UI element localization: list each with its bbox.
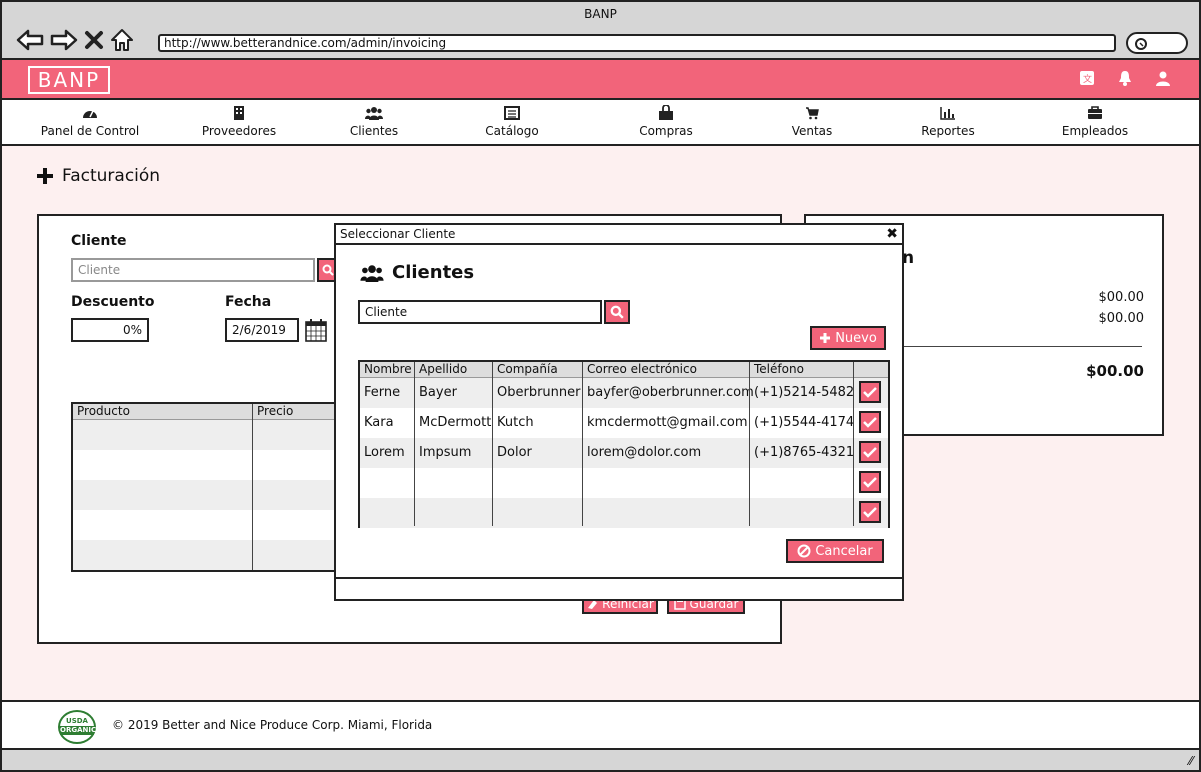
plus-icon: [37, 168, 53, 184]
checkmark-icon: [863, 477, 877, 488]
checkmark-icon: [863, 387, 877, 398]
products-table: Producto Precio: [71, 402, 346, 572]
page-footer: USDA ORGANIC © 2019 Better and Nice Prod…: [2, 700, 1199, 748]
select-client-dialog: Seleccionar Cliente ✖ Clientes Cliente N…: [334, 223, 904, 601]
client-input[interactable]: Cliente: [71, 258, 315, 282]
users-icon: [360, 264, 384, 282]
summary-divider: [902, 346, 1142, 347]
search-icon: [610, 305, 624, 319]
shopping-bag-icon: [659, 105, 673, 120]
client-search-input[interactable]: Cliente: [358, 300, 602, 324]
table-row[interactable]: [360, 498, 888, 528]
page-title: Facturación: [36, 166, 160, 186]
column-header-apellido: Apellido: [419, 362, 468, 376]
bar-chart-icon: [940, 107, 955, 120]
nav-item-ventas[interactable]: Ventas: [742, 104, 882, 138]
select-client-button[interactable]: [859, 471, 881, 493]
select-client-button[interactable]: [859, 381, 881, 403]
select-client-button[interactable]: [859, 411, 881, 433]
clients-table-header: Nombre Apellido Compañía Correo electrón…: [360, 362, 888, 378]
table-row[interactable]: Kara McDermott Kutch kmcdermott@gmail.co…: [360, 408, 888, 438]
close-icon[interactable]: ✖: [886, 225, 898, 243]
total-value: $00.00: [1086, 362, 1144, 380]
select-client-button[interactable]: [859, 441, 881, 463]
ban-icon: [797, 544, 811, 558]
app-header: BANP 文: [2, 58, 1199, 100]
building-icon: [234, 106, 244, 120]
back-arrow-icon[interactable]: [16, 28, 44, 52]
url-input[interactable]: http://www.betterandnice.com/admin/invoi…: [158, 34, 1116, 52]
nav-item-empleados[interactable]: Empleados: [1025, 104, 1165, 138]
usda-organic-logo: USDA ORGANIC: [58, 710, 96, 744]
header-actions: 文: [1079, 70, 1171, 90]
calendar-icon[interactable]: [305, 318, 327, 346]
date-label: Fecha: [225, 294, 272, 310]
nav-item-clientes[interactable]: Clientes: [304, 104, 444, 138]
table-row[interactable]: [73, 540, 344, 570]
browser-window: BANP http://www.betterandnice.com/admin/…: [0, 0, 1201, 772]
checkmark-icon: [863, 507, 877, 518]
users-icon: [365, 107, 383, 120]
column-header-compania: Compañía: [497, 362, 558, 376]
table-row[interactable]: [73, 420, 344, 450]
date-input[interactable]: 2/6/2019: [225, 318, 299, 342]
clients-table: Nombre Apellido Compañía Correo electrón…: [358, 360, 890, 528]
table-row[interactable]: Lorem Impsum Dolor lorem@dolor.com (+1)8…: [360, 438, 888, 468]
dialog-title: Seleccionar Cliente: [340, 227, 456, 241]
copyright-text: © 2019 Better and Nice Produce Corp. Mia…: [112, 718, 433, 732]
table-row[interactable]: [360, 468, 888, 498]
home-icon[interactable]: [110, 28, 134, 52]
notification-bell-icon[interactable]: [1117, 70, 1133, 90]
browser-status-bar: ⁄⁄: [2, 748, 1199, 770]
discount-input[interactable]: 0%: [71, 318, 149, 342]
window-title: BANP: [584, 7, 617, 21]
products-table-header: Producto Precio: [73, 404, 344, 420]
discount-label: Descuento: [71, 294, 155, 310]
forward-arrow-icon[interactable]: [50, 28, 78, 52]
table-row[interactable]: [73, 510, 344, 540]
table-row[interactable]: Ferne Bayer Oberbrunner bayfer@oberbrunn…: [360, 378, 888, 408]
dialog-heading: Clientes: [360, 262, 474, 283]
tax-value: $00.00: [1098, 311, 1145, 326]
nav-item-compras[interactable]: Compras: [596, 104, 736, 138]
cancel-button[interactable]: Cancelar: [786, 539, 884, 563]
browser-search-box[interactable]: [1126, 32, 1188, 54]
resize-grip-icon[interactable]: ⁄⁄: [1189, 754, 1193, 768]
cart-icon: [806, 107, 819, 120]
stop-x-icon[interactable]: [84, 29, 104, 51]
column-header-nombre: Nombre: [364, 362, 412, 376]
nav-item-dashboard[interactable]: Panel de Control: [20, 104, 160, 138]
client-label: Cliente: [71, 233, 127, 249]
list-icon: [504, 106, 520, 120]
briefcase-icon: [1088, 106, 1102, 119]
client-search-button[interactable]: [604, 300, 630, 324]
new-client-button[interactable]: Nuevo: [810, 326, 886, 350]
column-header-telefono: Teléfono: [754, 362, 804, 376]
dialog-footer: [336, 577, 902, 599]
dashboard-icon: [83, 110, 97, 118]
app-logo[interactable]: BANP: [28, 66, 110, 94]
nav-item-reportes[interactable]: Reportes: [878, 104, 1018, 138]
plus-icon: [820, 333, 831, 343]
nav-item-proveedores[interactable]: Proveedores: [169, 104, 309, 138]
column-header-producto: Producto: [77, 404, 130, 418]
subtotal-value: $00.00: [1098, 290, 1145, 305]
table-row[interactable]: [73, 480, 344, 510]
main-navigation: Panel de Control Proveedores Clientes Ca…: [2, 100, 1199, 146]
checkmark-icon: [863, 417, 877, 428]
checkmark-icon: [863, 447, 877, 458]
language-icon[interactable]: 文: [1079, 70, 1095, 90]
search-icon: [1135, 38, 1147, 50]
dialog-titlebar: Seleccionar Cliente ✖: [336, 225, 902, 245]
user-profile-icon[interactable]: [1155, 70, 1171, 90]
nav-item-catalogo[interactable]: Catálogo: [442, 104, 582, 138]
search-icon: [322, 264, 334, 276]
select-client-button[interactable]: [859, 501, 881, 523]
table-row[interactable]: [73, 450, 344, 480]
svg-text:文: 文: [1083, 73, 1092, 85]
column-header-correo: Correo electrónico: [587, 362, 697, 376]
browser-nav-buttons: [16, 26, 134, 54]
